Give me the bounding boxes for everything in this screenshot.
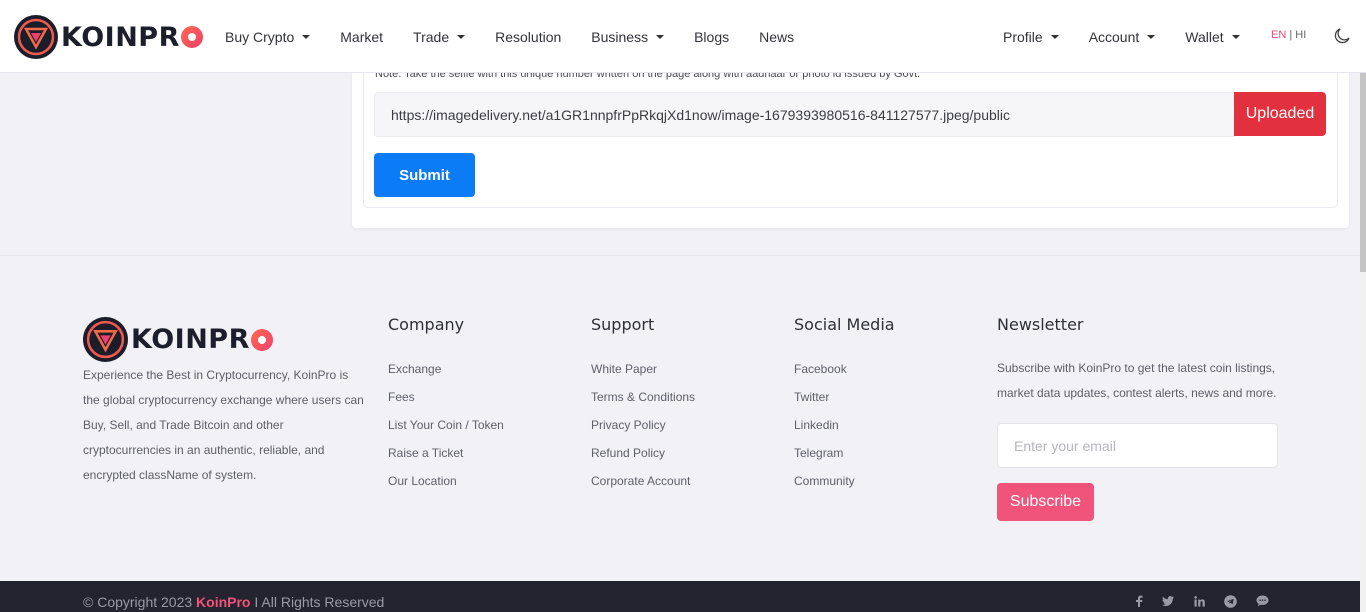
footer-link-facebook[interactable]: Facebook: [794, 355, 895, 383]
nav-trade[interactable]: Trade: [413, 0, 466, 73]
nav-resolution[interactable]: Resolution: [495, 0, 561, 73]
chat-icon[interactable]: [1255, 594, 1269, 608]
chevron-down-icon: [302, 34, 311, 39]
nav-buy-crypto[interactable]: Buy Crypto: [225, 0, 311, 73]
footer-link-telegram[interactable]: Telegram: [794, 439, 895, 467]
footer-link-corporate[interactable]: Corporate Account: [591, 467, 695, 495]
footer-link-list-coin[interactable]: List Your Coin / Token: [388, 411, 504, 439]
footer-link-raise-ticket[interactable]: Raise a Ticket: [388, 439, 504, 467]
chevron-down-icon: [457, 34, 466, 39]
language-switch: EN | HI: [1271, 29, 1306, 41]
uploaded-button[interactable]: Uploaded: [1234, 92, 1326, 136]
footer-link-community[interactable]: Community: [794, 467, 895, 495]
footer-newsletter-title: Newsletter: [997, 315, 1084, 334]
footer-social-column: Social Media Facebook Twitter Linkedin T…: [794, 315, 895, 495]
copyright-suffix: I All Rights Reserved: [250, 594, 385, 610]
footer-link-exchange[interactable]: Exchange: [388, 355, 504, 383]
footer-link-linkedin[interactable]: Linkedin: [794, 411, 895, 439]
footer-company-column: Company Exchange Fees List Your Coin / T…: [388, 315, 504, 495]
moon-icon[interactable]: [1334, 28, 1350, 44]
copyright-text: © Copyright 2023 KoinPro I All Rights Re…: [83, 594, 384, 610]
lang-hi[interactable]: HI: [1295, 29, 1306, 41]
brand-o-icon: [180, 26, 203, 48]
nav-news[interactable]: News: [759, 0, 794, 73]
logo-mark-icon: [14, 15, 58, 59]
footer-link-privacy[interactable]: Privacy Policy: [591, 411, 695, 439]
copyright-prefix: © Copyright 2023: [83, 594, 197, 610]
brand-logo[interactable]: KOINPR: [14, 15, 203, 59]
newsletter-text: Subscribe with KoinPro to get the latest…: [997, 361, 1277, 400]
lang-separator: |: [1286, 29, 1296, 41]
selfie-url-field[interactable]: https://imagedelivery.net/a1GR1nnpfrPpRk…: [374, 92, 1235, 137]
account-nav: Profile Account Wallet: [1003, 0, 1240, 73]
footer-newsletter-column: Newsletter: [997, 315, 1084, 355]
footer-support-column: Support White Paper Terms & Conditions P…: [591, 315, 695, 495]
telegram-icon[interactable]: [1223, 594, 1237, 608]
newsletter-email-input[interactable]: [997, 423, 1278, 468]
footer-brand-name: KOINPR: [131, 324, 250, 355]
brand-name: KOINPR: [61, 21, 180, 53]
footer-link-refund[interactable]: Refund Policy: [591, 439, 695, 467]
footer-social-title: Social Media: [794, 315, 895, 334]
chevron-down-icon: [656, 34, 665, 39]
top-navbar: KOINPR Buy Crypto Market Trade Resolutio…: [0, 0, 1366, 73]
facebook-icon[interactable]: [1132, 594, 1146, 608]
footer-divider: [0, 255, 1360, 256]
submit-button[interactable]: Submit: [374, 153, 475, 197]
nav-blogs[interactable]: Blogs: [694, 0, 729, 73]
subscribe-button[interactable]: Subscribe: [997, 483, 1094, 521]
chevron-down-icon: [1231, 34, 1240, 39]
linkedin-icon[interactable]: [1192, 594, 1206, 608]
footer-logo[interactable]: KOINPR: [83, 317, 273, 362]
brand-o-icon: [250, 328, 273, 351]
nav-account[interactable]: Account: [1089, 0, 1156, 73]
footer-link-white-paper[interactable]: White Paper: [591, 355, 695, 383]
nav-market[interactable]: Market: [340, 0, 383, 73]
footer-description: Experience the Best in Cryptocurrency, K…: [83, 368, 364, 482]
page-scrollbar[interactable]: [1360, 0, 1366, 612]
footer-link-twitter[interactable]: Twitter: [794, 383, 895, 411]
footer-link-our-location[interactable]: Our Location: [388, 467, 504, 495]
footer-link-terms[interactable]: Terms & Conditions: [591, 383, 695, 411]
footer-link-fees[interactable]: Fees: [388, 383, 504, 411]
chevron-down-icon: [1147, 34, 1156, 39]
lang-en[interactable]: EN: [1271, 29, 1286, 41]
logo-mark-icon: [83, 317, 128, 362]
copyright-brand[interactable]: KoinPro: [196, 594, 250, 610]
chevron-down-icon: [1050, 34, 1059, 39]
nav-business[interactable]: Business: [591, 0, 665, 73]
nav-wallet[interactable]: Wallet: [1185, 0, 1240, 73]
twitter-icon[interactable]: [1161, 594, 1175, 608]
footer-company-title: Company: [388, 315, 465, 334]
footer-support-title: Support: [591, 315, 655, 334]
nav-profile[interactable]: Profile: [1003, 0, 1059, 73]
main-nav: Buy Crypto Market Trade Resolution Busin…: [225, 0, 794, 73]
